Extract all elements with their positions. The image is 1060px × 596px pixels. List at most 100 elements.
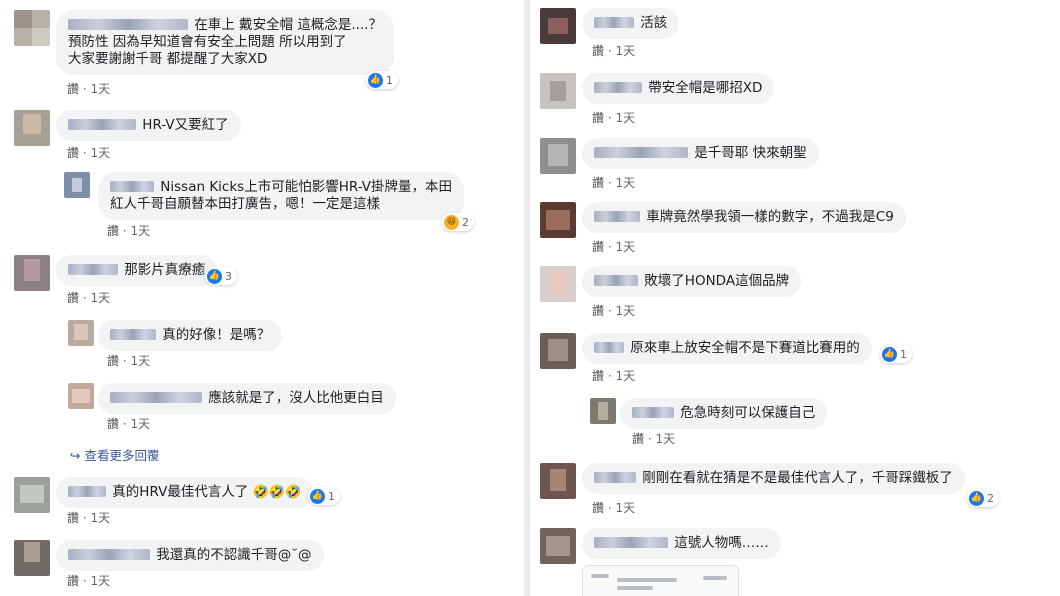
comment-text: 我還真的不認識千哥@˘@ [156, 547, 312, 563]
commenter-name[interactable] [594, 342, 624, 353]
timestamp[interactable]: 1天 [616, 44, 636, 58]
comment-bubble: Nissan Kicks上市可能怕影響HR-V掛牌量，本田 紅人千哥自願替本田打… [98, 172, 465, 220]
timestamp[interactable]: 1天 [656, 432, 676, 446]
comment-meta: 讚 · 1天 [592, 501, 636, 515]
comment-meta: 讚 · 1天 [632, 432, 676, 446]
commenter-name[interactable] [68, 119, 136, 130]
timestamp[interactable]: 1天 [131, 354, 151, 368]
comment-bubble: 車牌竟然學我領一樣的數字，不過我是C9 [582, 202, 906, 233]
reaction-count[interactable]: 👍 1 [366, 71, 398, 89]
like-link[interactable]: 讚 [632, 432, 644, 446]
comment-bubble: 敗壞了HONDA這個品牌 [582, 266, 802, 297]
like-link[interactable]: 讚 [67, 511, 79, 525]
avatar[interactable] [14, 540, 50, 576]
timestamp[interactable]: 1天 [616, 176, 636, 190]
timestamp[interactable]: 1天 [616, 240, 636, 254]
comment-bubble: 危急時刻可以保護自己 [620, 398, 828, 429]
commenter-name[interactable] [68, 486, 106, 497]
comment-text: 剛剛在看就在猜是不是最佳代言人了，千哥踩鐵板了 [642, 470, 953, 486]
reaction-count[interactable]: 👍 1 [880, 345, 912, 363]
like-link[interactable]: 讚 [592, 304, 604, 318]
comment-meta: 讚 · 1天 [67, 291, 111, 305]
commenter-name[interactable] [594, 537, 668, 548]
comment-text: 敗壞了HONDA這個品牌 [644, 273, 790, 289]
comment-text: 帶安全帽是哪招XD [648, 80, 763, 96]
commenter-name[interactable] [594, 211, 640, 222]
like-link[interactable]: 讚 [107, 224, 119, 238]
comment-text: 真的HRV最佳代言人了 [112, 484, 249, 500]
timestamp[interactable]: 1天 [616, 501, 636, 515]
avatar[interactable] [540, 138, 576, 174]
like-link[interactable]: 讚 [107, 417, 119, 431]
comment-text: 應該就是了，沒人比他更白目 [208, 390, 384, 406]
commenter-name[interactable] [110, 392, 202, 403]
attached-screenshot-image[interactable] [582, 565, 739, 596]
commenter-name[interactable] [68, 549, 150, 560]
avatar[interactable] [68, 383, 94, 409]
avatar[interactable] [590, 398, 616, 424]
avatar[interactable] [14, 255, 50, 291]
left-comment-panel: 在車上 戴安全帽 這概念是....？ 預防性 因為早知道會有安全上問題 所以用到… [0, 0, 524, 596]
avatar[interactable] [64, 172, 90, 198]
avatar[interactable] [540, 266, 576, 302]
commenter-name[interactable] [632, 407, 674, 418]
avatar[interactable] [540, 8, 576, 44]
reaction-count[interactable]: 👍 3 [205, 267, 237, 285]
commenter-name[interactable] [594, 82, 642, 93]
timestamp[interactable]: 1天 [616, 369, 636, 383]
avatar[interactable] [540, 463, 576, 499]
timestamp[interactable]: 1天 [91, 82, 111, 96]
commenter-name[interactable] [110, 181, 154, 192]
haha-emoji-icon: 😆 [444, 214, 459, 230]
timestamp[interactable]: 1天 [616, 111, 636, 125]
like-link[interactable]: 讚 [67, 82, 79, 96]
like-link[interactable]: 讚 [67, 146, 79, 160]
avatar[interactable] [540, 202, 576, 238]
comment-text-line: 大家要謝謝千哥 都提醒了大家XD [68, 51, 268, 67]
timestamp[interactable]: 1天 [91, 574, 111, 588]
like-link[interactable]: 讚 [592, 501, 604, 515]
commenter-name[interactable] [68, 264, 118, 275]
avatar[interactable] [540, 73, 576, 109]
reaction-count[interactable]: 👍 2 [967, 489, 999, 507]
reaction-count[interactable]: 😆 2 [442, 213, 474, 231]
comment-text-line: 紅人千哥自願替本田打廣告，嗯！一定是這樣 [110, 196, 380, 212]
timestamp[interactable]: 1天 [616, 304, 636, 318]
commenter-name[interactable] [110, 329, 156, 340]
like-link[interactable]: 讚 [592, 176, 604, 190]
avatar[interactable] [14, 477, 50, 513]
avatar[interactable] [540, 528, 576, 564]
comment-bubble: 在車上 戴安全帽 這概念是....？ 預防性 因為早知道會有安全上問題 所以用到… [56, 10, 395, 75]
reaction-count[interactable]: 👍 1 [308, 487, 340, 505]
like-link[interactable]: 讚 [592, 240, 604, 254]
comment-text: Nissan Kicks上市可能怕影響HR-V掛牌量，本田 [160, 179, 453, 195]
avatar[interactable] [540, 333, 576, 369]
like-link[interactable]: 讚 [107, 354, 119, 368]
comment-meta: 讚 · 1天 [592, 369, 636, 383]
thumbs-up-icon: 👍 [969, 490, 984, 506]
avatar[interactable] [14, 110, 50, 146]
comment-meta: 讚 · 1天 [592, 176, 636, 190]
timestamp[interactable]: 1天 [131, 224, 151, 238]
commenter-name[interactable] [594, 275, 638, 286]
timestamp[interactable]: 1天 [91, 146, 111, 160]
commenter-name[interactable] [594, 472, 636, 483]
comment-text-line: 預防性 因為早知道會有安全上問題 所以用到了 [68, 34, 347, 50]
timestamp[interactable]: 1天 [91, 511, 111, 525]
comment-bubble: HR-V又要紅了 [56, 110, 241, 141]
thumbs-up-icon: 👍 [882, 346, 897, 362]
like-link[interactable]: 讚 [592, 369, 604, 383]
like-link[interactable]: 讚 [67, 574, 79, 588]
comment-meta: 讚 · 1天 [67, 511, 111, 525]
timestamp[interactable]: 1天 [91, 291, 111, 305]
like-link[interactable]: 讚 [592, 44, 604, 58]
commenter-name[interactable] [594, 17, 634, 28]
like-link[interactable]: 讚 [67, 291, 79, 305]
view-more-replies-link[interactable]: ↪ 查看更多回覆 [70, 445, 159, 464]
commenter-name[interactable] [68, 19, 188, 30]
commenter-name[interactable] [594, 147, 688, 158]
avatar[interactable] [68, 320, 94, 346]
timestamp[interactable]: 1天 [131, 417, 151, 431]
avatar[interactable] [14, 10, 50, 46]
like-link[interactable]: 讚 [592, 111, 604, 125]
